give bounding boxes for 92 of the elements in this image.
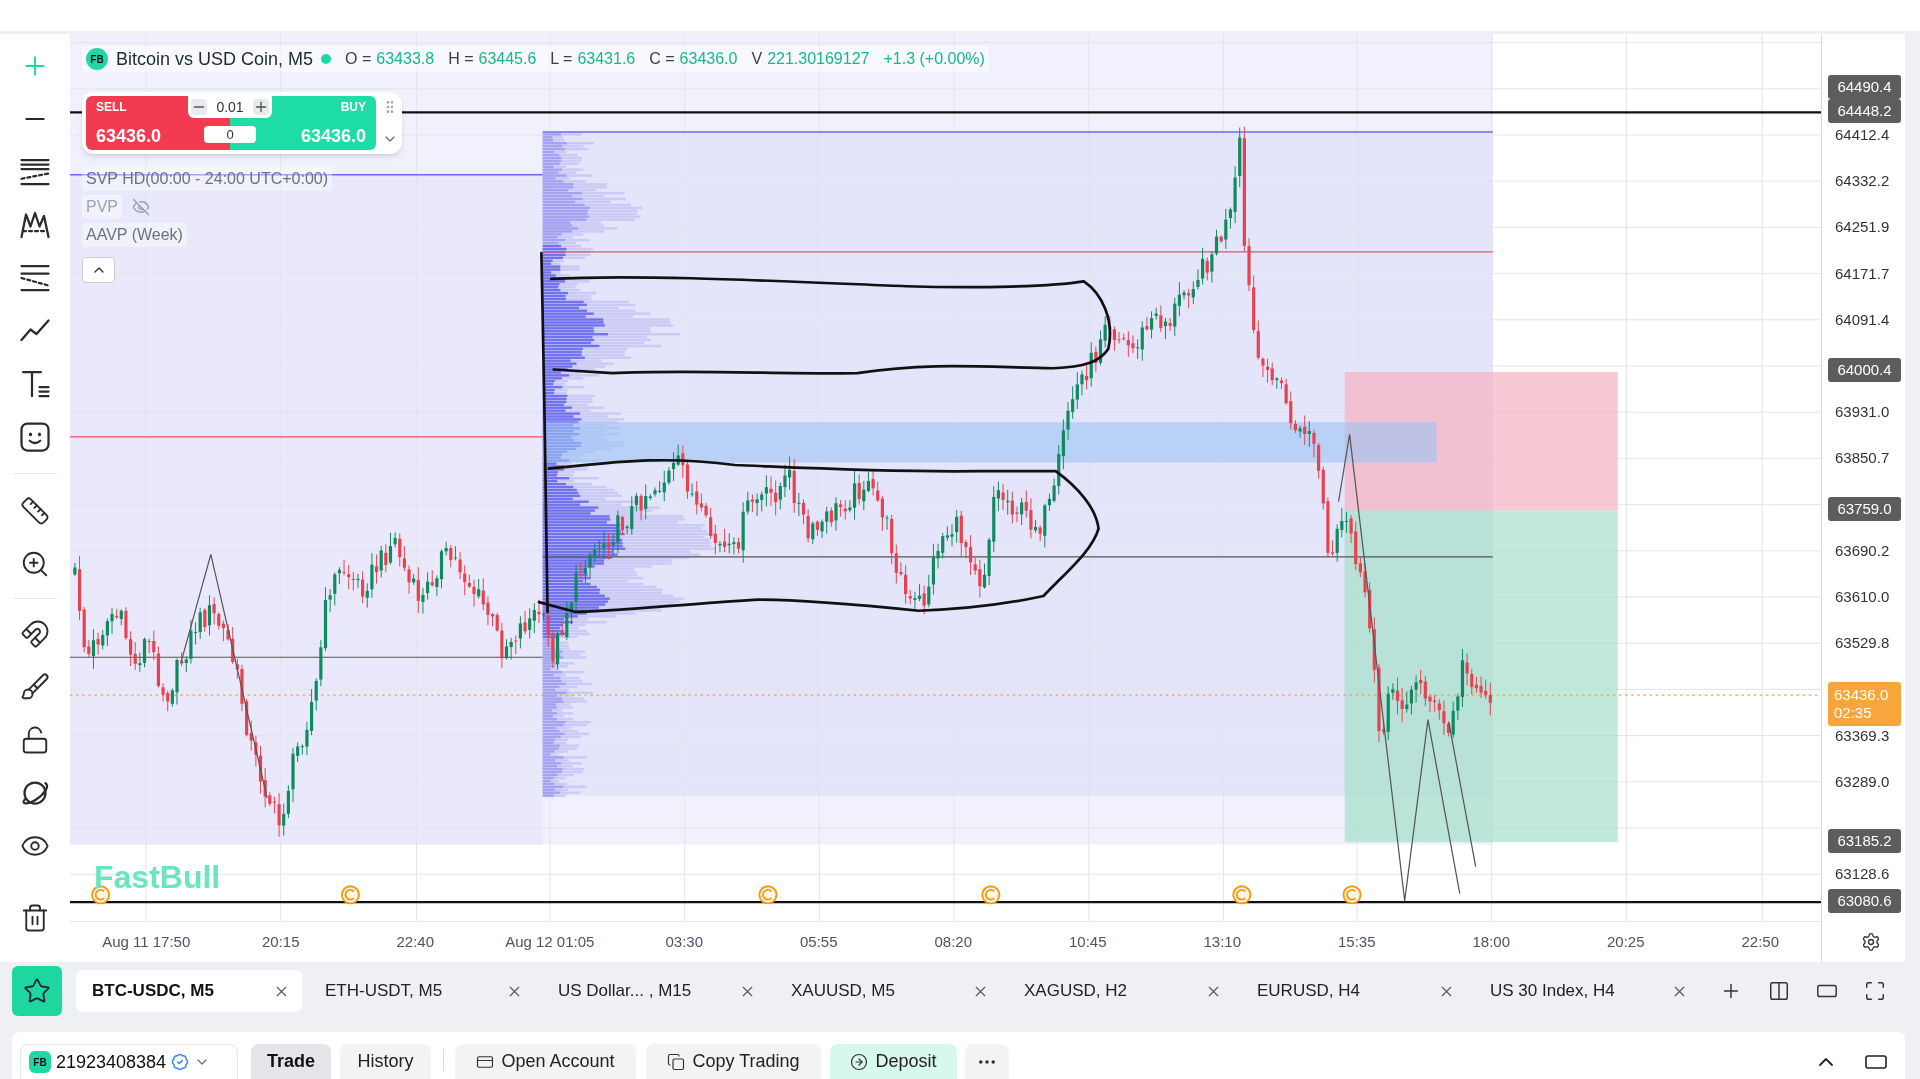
- ohlc-value: 63431.6: [577, 49, 636, 69]
- countdown-timer: 02:35: [1834, 704, 1873, 722]
- price-tag: 63759.0: [1828, 497, 1901, 521]
- time-label: 20:25: [1606, 931, 1645, 952]
- time-label: 22:50: [1741, 931, 1779, 952]
- price-tag: 64000.4: [1828, 358, 1901, 382]
- chart-tab[interactable]: US Dollar... , M15: [542, 970, 768, 1012]
- time-label: 15:35: [1337, 931, 1376, 952]
- time-label: 03:30: [665, 931, 703, 952]
- event-marker-icon[interactable]: [340, 885, 360, 905]
- indicator-label[interactable]: SVP HD(00:00 - 24:00 UTC+0:00): [82, 167, 333, 191]
- zigzag-pattern-icon[interactable]: [20, 209, 50, 240]
- action-button[interactable]: Open Account: [455, 1044, 636, 1079]
- panel-tab[interactable]: History: [340, 1044, 431, 1079]
- plus-icon[interactable]: [253, 99, 269, 115]
- more-button[interactable]: [965, 1044, 1009, 1079]
- trash-icon[interactable]: [20, 902, 50, 933]
- ohlc-label: L =: [550, 49, 573, 69]
- chart-tab[interactable]: XAGUSD, H2: [1008, 970, 1234, 1012]
- arrow-circle-icon: [850, 1052, 869, 1071]
- chart-tab[interactable]: US 30 Index, H4: [1474, 970, 1700, 1012]
- event-marker-icon[interactable]: [1342, 885, 1362, 905]
- price-label: 63369.3: [1835, 726, 1890, 745]
- ellipsis-icon: [979, 1059, 995, 1064]
- star-icon: [23, 977, 51, 1005]
- ohlc-value: 63433.8: [376, 49, 435, 69]
- time-label: 13:10: [1203, 931, 1241, 952]
- chart-title: Bitcoin vs USD Coin, M5: [116, 47, 314, 71]
- settings-icon[interactable]: [1861, 932, 1881, 952]
- ohlc-value: 63445.6: [478, 49, 537, 69]
- time-label: Aug 12 01:05: [505, 931, 595, 952]
- event-marker-icon[interactable]: [1232, 885, 1252, 905]
- price-tag: 64448.2: [1828, 99, 1901, 123]
- collapse-button[interactable]: [82, 257, 115, 283]
- padlock-open-icon[interactable]: [20, 724, 50, 755]
- smiley-icon[interactable]: [20, 421, 50, 452]
- price-tag: 63185.2: [1828, 829, 1901, 853]
- text-icon[interactable]: [20, 368, 50, 399]
- favorites-button[interactable]: [12, 966, 62, 1016]
- time-label: 08:20: [934, 931, 972, 952]
- indicator-label[interactable]: AAVP (Week): [82, 223, 187, 247]
- account-number: 21923408384: [56, 1050, 167, 1074]
- ohlc-label: O =: [345, 49, 372, 69]
- action-button[interactable]: Deposit: [830, 1044, 957, 1079]
- price-label: 64171.7: [1835, 264, 1890, 283]
- price-tag: 64490.4: [1828, 75, 1901, 99]
- action-button[interactable]: Copy Trading: [646, 1044, 821, 1079]
- lines-icon[interactable]: [20, 262, 50, 293]
- chart-logo: FastBull: [94, 860, 221, 894]
- copy-icon: [667, 1052, 686, 1071]
- ohlc-value: 221.30169127: [767, 49, 870, 69]
- panel-tab[interactable]: Trade: [251, 1044, 331, 1079]
- time-label: 20:15: [261, 931, 300, 952]
- time-label: 22:40: [396, 931, 434, 952]
- price-label: 63931.0: [1835, 403, 1890, 422]
- chart-tab[interactable]: XAUUSD, M5: [775, 970, 1001, 1012]
- price-label: 64251.9: [1835, 218, 1890, 237]
- chart-tab[interactable]: EURUSD, H4: [1241, 970, 1467, 1012]
- spread-value: 0: [204, 126, 256, 143]
- price-label: 64412.4: [1835, 126, 1890, 144]
- time-label: Aug 11 17:50: [102, 931, 191, 952]
- price-label: 63850.7: [1835, 449, 1890, 468]
- layout-icon[interactable]: [1768, 980, 1790, 1002]
- event-marker-icon[interactable]: [981, 885, 1001, 905]
- minus-icon[interactable]: [191, 99, 207, 115]
- price-label: 63128.6: [1835, 865, 1890, 884]
- chart-tab[interactable]: BTC-USDC, M5: [76, 970, 302, 1012]
- broker-badge: FB: [29, 1051, 51, 1073]
- price-label: 63289.0: [1835, 772, 1890, 791]
- price-change: +1.3 (+0.00%): [883, 49, 985, 69]
- ohlc-label: C =: [649, 49, 675, 69]
- account-selector[interactable]: FB 21923408384: [20, 1044, 238, 1079]
- ruler-icon[interactable]: [20, 495, 50, 526]
- fullscreen-icon[interactable]: [1864, 980, 1886, 1002]
- event-marker-icon[interactable]: [758, 885, 778, 905]
- price-label: 64332.2: [1835, 172, 1890, 191]
- chart-tab[interactable]: ETH-USDT, M5: [309, 970, 535, 1012]
- ohlc-label: H =: [448, 49, 474, 69]
- price-label: 64091.4: [1835, 310, 1890, 329]
- time-label: 05:55: [799, 931, 838, 952]
- ohlc-value: 63436.0: [679, 49, 738, 69]
- brush-icon[interactable]: [20, 671, 50, 702]
- price-tag: 63080.6: [1828, 889, 1901, 913]
- time-label: 18:00: [1472, 931, 1510, 952]
- magnet-icon[interactable]: [20, 618, 50, 649]
- time-label: 10:45: [1068, 931, 1107, 952]
- last-price: 63436.0: [1834, 686, 1890, 704]
- price-label: 63690.2: [1835, 541, 1890, 560]
- ohlc-label: V: [751, 49, 763, 69]
- parallel-lines-icon[interactable]: [20, 156, 50, 187]
- price-label: 63610.0: [1835, 588, 1890, 606]
- price-label: 63529.8: [1835, 634, 1890, 653]
